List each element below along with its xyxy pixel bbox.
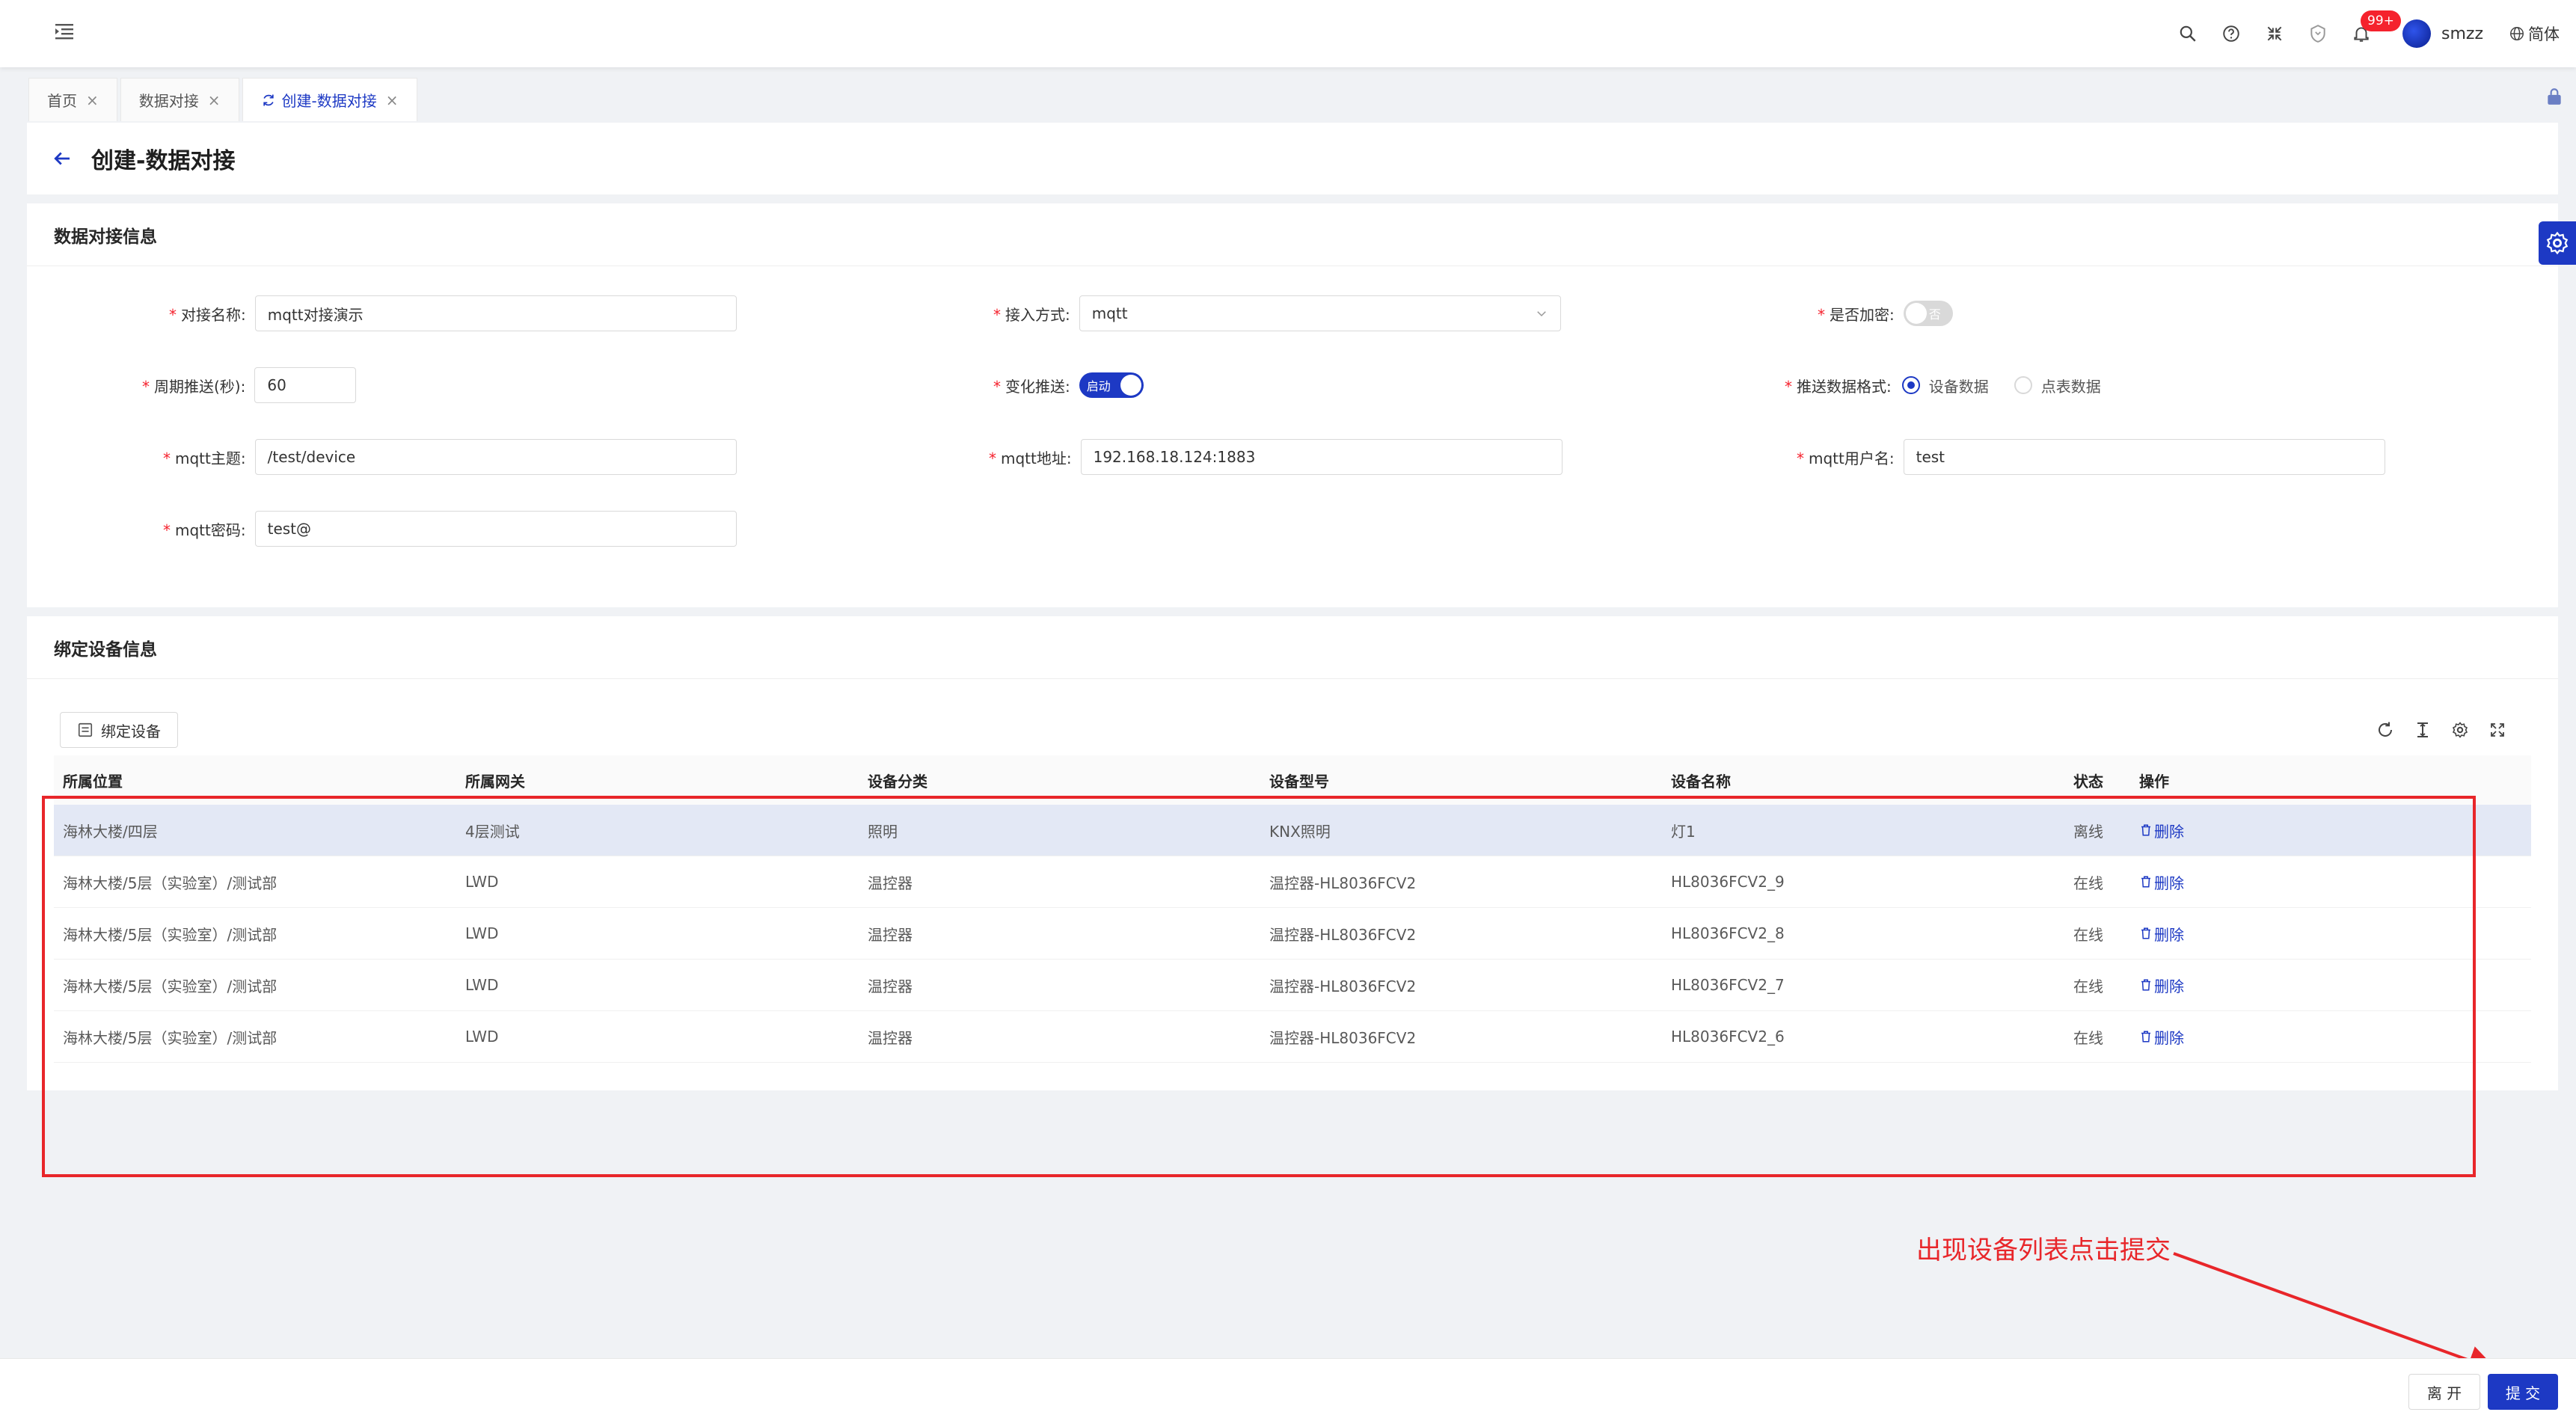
select-value: mqtt (1091, 304, 1128, 322)
top-header: 99+ smzz 简体 (0, 0, 2576, 67)
field-label: 是否加密: (1830, 305, 1895, 324)
section-title: 绑定设备信息 (27, 616, 2558, 679)
page-header: 创建-数据对接 (27, 123, 2558, 194)
button-label: 绑定设备 (101, 722, 161, 740)
user-menu[interactable]: smzz (2402, 19, 2483, 48)
name-input[interactable]: mqtt对接演示 (254, 295, 737, 331)
form-item-push-format: * 推送数据格式: 设备数据 点表数据 (1785, 366, 2101, 404)
switch-text: 启动 (1086, 379, 1111, 393)
tab-bar: 首页 × 数据对接 × 创建-数据对接 × (28, 78, 420, 121)
settings-icon[interactable] (2441, 713, 2479, 746)
language-label: 简体 (2528, 25, 2560, 43)
reload-icon[interactable] (2367, 713, 2404, 746)
field-label: 变化推送: (1005, 377, 1070, 396)
field-label: mqtt用户名: (1809, 449, 1895, 467)
tab-label: 创建-数据对接 (281, 92, 377, 110)
form-item-mqtt-username: * mqtt用户名: test (1797, 438, 2385, 476)
search-icon[interactable] (2166, 12, 2209, 55)
floating-settings-button[interactable] (2539, 221, 2576, 265)
leave-button[interactable]: 离 开 (2408, 1374, 2480, 1410)
submit-button[interactable]: 提 交 (2488, 1374, 2558, 1410)
column-height-icon[interactable] (2404, 713, 2441, 746)
section-title: 数据对接信息 (27, 203, 2558, 266)
column-header: 所属位置 (63, 772, 123, 791)
data-integration-info-card: 数据对接信息 * 对接名称: mqtt对接演示 * 接入方式: mqtt * 是否加密… (27, 203, 2558, 607)
mqtt-password-input[interactable]: test@ (254, 511, 737, 547)
gear-icon (2546, 231, 2569, 255)
tab-label: 首页 (47, 92, 77, 110)
radio-dot (1901, 376, 1920, 394)
mqtt-address-input[interactable]: 192.168.18.124:1883 (1080, 439, 1563, 475)
annotation-highlight-box (42, 796, 2476, 1177)
username: smzz (2441, 24, 2483, 43)
radio-device-data[interactable]: 设备数据 (1901, 375, 1989, 396)
field-label: 接入方式: (1005, 305, 1070, 324)
tab-create-data-integration[interactable]: 创建-数据对接 × (242, 78, 417, 121)
lock-icon[interactable] (2545, 87, 2564, 106)
tab-label: 数据对接 (138, 92, 199, 110)
period-input[interactable]: 60 (254, 367, 357, 403)
refresh-icon[interactable] (261, 93, 276, 108)
annotation-text: 出现设备列表点击提交 (1916, 1236, 2171, 1265)
form-item-access-mode: * 接入方式: mqtt (993, 295, 1561, 332)
field-label: 周期推送(秒): (154, 377, 246, 396)
globe-icon (2510, 27, 2524, 40)
avatar (2402, 19, 2431, 48)
field-label: 推送数据格式: (1797, 377, 1892, 396)
switch-knob (1905, 303, 1927, 324)
notification-badge: 99+ (2361, 10, 2401, 31)
header-actions: 99+ smzz 简体 (2166, 0, 2560, 67)
encrypt-switch[interactable]: 否 (1903, 301, 1953, 326)
table-toolbar (2367, 713, 2516, 746)
close-icon[interactable]: × (86, 91, 99, 109)
bind-device-button[interactable]: 绑定设备 (60, 712, 178, 748)
column-header: 所属网关 (465, 772, 525, 791)
column-header: 设备分类 (868, 772, 927, 791)
form-item-period: * 周期推送(秒): 60 (142, 366, 357, 404)
change-push-switch[interactable]: 启动 (1079, 372, 1144, 398)
tab-data-integration[interactable]: 数据对接 × (120, 78, 239, 121)
column-header: 操作 (2139, 772, 2169, 791)
chevron-down-icon (1536, 311, 1546, 317)
form-item-encrypt: * 是否加密: 否 (1818, 295, 1953, 332)
switch-knob (1120, 375, 1141, 396)
field-label: mqtt地址: (1001, 449, 1072, 467)
back-arrow-icon[interactable] (51, 147, 73, 170)
radio-dot (2014, 376, 2032, 394)
page-title: 创建-数据对接 (91, 148, 236, 174)
field-label: mqtt密码: (175, 521, 246, 539)
footer-bar: 离 开 提 交 (0, 1358, 2576, 1418)
form-item-mqtt-topic: * mqtt主题: /test/device (163, 438, 737, 476)
close-icon[interactable]: × (386, 91, 399, 109)
access-mode-select[interactable]: mqtt (1079, 295, 1561, 331)
expand-icon[interactable] (2479, 713, 2516, 746)
form-item-change-push: * 变化推送: 启动 (993, 366, 1144, 404)
language-switch[interactable]: 简体 (2509, 22, 2560, 45)
list-icon (78, 722, 93, 737)
column-header: 设备名称 (1671, 772, 1731, 791)
help-icon[interactable] (2209, 12, 2253, 55)
radio-point-table-data[interactable]: 点表数据 (2014, 375, 2101, 396)
radio-label: 设备数据 (1928, 377, 1989, 396)
notification-bell[interactable]: 99+ (2340, 10, 2401, 55)
field-label: mqtt主题: (175, 449, 246, 467)
menu-fold-icon[interactable] (52, 19, 76, 43)
mqtt-username-input[interactable]: test (1903, 439, 2385, 475)
form-item-mqtt-address: * mqtt地址: 192.168.18.124:1883 (989, 438, 1563, 476)
tab-home[interactable]: 首页 × (28, 78, 117, 121)
close-icon[interactable]: × (208, 91, 221, 109)
column-header: 设备型号 (1269, 772, 1329, 791)
fullscreen-icon[interactable] (2253, 12, 2296, 55)
radio-label: 点表数据 (2040, 377, 2101, 396)
form-item-name: * 对接名称: mqtt对接演示 (169, 295, 737, 332)
shield-icon[interactable] (2296, 12, 2340, 55)
page: 99+ smzz 简体 首页 × 数据对接 × 创建-数据对接 × 创建-数据对… (0, 0, 2576, 1418)
field-label: 对接名称: (181, 305, 246, 324)
switch-text: 否 (1928, 307, 1941, 322)
form-item-mqtt-password: * mqtt密码: test@ (163, 510, 737, 547)
mqtt-topic-input[interactable]: /test/device (254, 439, 737, 475)
column-header: 状态 (2073, 772, 2103, 791)
